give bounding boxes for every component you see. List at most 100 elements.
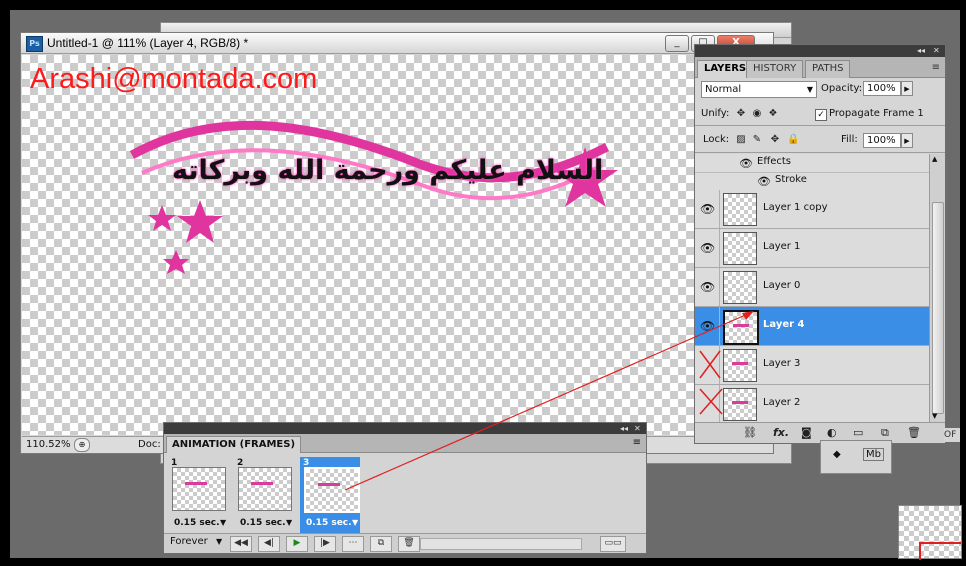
mb-button[interactable]: Mb bbox=[863, 448, 884, 461]
collapse-icon[interactable]: ◂◂ bbox=[917, 45, 925, 57]
animation-frame[interactable]: 2 0.15 sec. ▼ bbox=[234, 457, 294, 533]
artwork-arabic-text: السلام عليكم ورحمة الله وبركاته bbox=[172, 155, 604, 186]
layer-thumbnail bbox=[723, 193, 757, 226]
animation-panel: ◂◂ ✕ ANIMATION (FRAMES) ≡ 1 0.15 sec. ▼ … bbox=[163, 422, 647, 554]
lock-all-icon[interactable]: 🔒 bbox=[787, 134, 799, 146]
document-canvas[interactable]: Arashi@montada.com السلام عليكم ورحمة ال… bbox=[22, 55, 694, 435]
cut-off-panel-tab[interactable]: OF bbox=[944, 428, 960, 442]
trash-icon[interactable]: 🗑 bbox=[907, 426, 921, 439]
collapse-icon[interactable]: ◂◂ bbox=[620, 423, 628, 434]
tool-icon[interactable]: ◆ bbox=[833, 449, 841, 460]
stroke-label: Stroke bbox=[775, 174, 807, 185]
panel-header: ◂◂ ✕ bbox=[695, 45, 945, 57]
stroke-row[interactable]: 👁 Stroke bbox=[695, 172, 929, 191]
doc-size-label[interactable]: Doc: bbox=[138, 438, 161, 451]
layer-name: Layer 3 bbox=[763, 358, 801, 369]
fx-icon[interactable]: fx. bbox=[773, 426, 789, 439]
frame-delay[interactable]: 0.15 sec. bbox=[240, 518, 286, 528]
artwork-ribbon bbox=[129, 120, 618, 274]
eye-icon[interactable]: 👁 bbox=[739, 157, 753, 170]
eye-icon[interactable]: 👁 bbox=[700, 319, 715, 333]
effects-row[interactable]: 👁 Effects bbox=[695, 154, 929, 173]
star-small-1 bbox=[148, 205, 176, 231]
mask-icon[interactable]: ◙ bbox=[801, 426, 812, 439]
frame-thumbnail bbox=[172, 467, 226, 511]
eye-icon[interactable]: 👁 bbox=[700, 241, 715, 255]
chevron-down-icon[interactable]: ▼ bbox=[352, 518, 358, 527]
layer-row[interactable]: 👁 Layer 1 bbox=[695, 229, 929, 268]
layer-thumbnail bbox=[723, 349, 757, 382]
layer-row-selected[interactable]: 👁 Layer 4 bbox=[695, 307, 929, 346]
lock-pixels-icon[interactable]: ✎ bbox=[751, 134, 763, 146]
tab-paths[interactable]: PATHS bbox=[805, 60, 851, 78]
layer-row[interactable]: 👁 Layer 1 copy bbox=[695, 190, 929, 229]
layer-row[interactable]: 👁 Layer 0 bbox=[695, 268, 929, 307]
scroll-thumb[interactable] bbox=[932, 202, 944, 414]
unify-style-icon[interactable]: ❖ bbox=[767, 108, 779, 120]
first-frame-icon[interactable]: ◀◀ bbox=[230, 536, 252, 552]
zoom-level[interactable]: 110.52% bbox=[26, 438, 71, 451]
panel-close-icon[interactable]: ✕ bbox=[933, 45, 940, 57]
opacity-slider-button[interactable]: ▶ bbox=[901, 81, 913, 96]
chevron-down-icon[interactable]: ▼ bbox=[216, 537, 222, 546]
eye-icon[interactable]: 👁 bbox=[757, 175, 771, 188]
layer-name: Layer 1 bbox=[763, 241, 801, 252]
animation-frame[interactable]: 1 0.15 sec. ▼ bbox=[168, 457, 228, 533]
layers-scrollbar[interactable]: ▲ ▼ bbox=[929, 154, 945, 422]
layer-name: Layer 2 bbox=[763, 397, 801, 408]
minimize-button[interactable]: _ bbox=[665, 35, 689, 52]
frame-delay[interactable]: 0.15 sec. bbox=[174, 518, 220, 528]
hidden-visibility-toggle[interactable] bbox=[695, 385, 720, 422]
frames-scrollbar[interactable] bbox=[420, 538, 582, 550]
animation-panel-header: ◂◂ ✕ bbox=[164, 423, 646, 434]
unify-position-icon[interactable]: ✥ bbox=[735, 108, 747, 120]
tab-animation-frames[interactable]: ANIMATION (FRAMES) bbox=[166, 436, 302, 453]
tween-icon[interactable]: ⋯ bbox=[342, 536, 364, 552]
scroll-down-icon[interactable]: ▼ bbox=[932, 412, 937, 420]
panel-menu-icon[interactable]: ≡ bbox=[633, 437, 641, 448]
convert-to-timeline-icon[interactable]: ▭▭ bbox=[600, 536, 626, 552]
lock-transparency-icon[interactable]: ▨ bbox=[735, 134, 747, 146]
prev-frame-icon[interactable]: ◀| bbox=[258, 536, 280, 552]
layer-row[interactable]: Layer 3 bbox=[695, 346, 929, 385]
propagate-checkbox[interactable]: ✓ bbox=[815, 109, 827, 121]
opacity-input[interactable]: 100% bbox=[863, 81, 901, 96]
lock-position-icon[interactable]: ✥ bbox=[769, 134, 781, 146]
play-icon[interactable]: ▶ bbox=[286, 536, 308, 552]
animation-frame-selected[interactable]: 3 0.15 sec. ▼ bbox=[300, 457, 360, 533]
hidden-visibility-toggle[interactable] bbox=[695, 346, 720, 384]
frame-delay[interactable]: 0.15 sec. bbox=[306, 518, 352, 528]
chevron-down-icon[interactable]: ▼ bbox=[220, 518, 226, 527]
star-left bbox=[177, 200, 223, 243]
trash-icon[interactable]: 🗑 bbox=[398, 536, 420, 552]
adjustment-icon[interactable]: ◐ bbox=[827, 426, 837, 439]
blend-mode-value: Normal bbox=[705, 84, 742, 95]
fill-slider-button[interactable]: ▶ bbox=[901, 133, 913, 148]
tab-history[interactable]: HISTORY bbox=[746, 60, 804, 78]
link-icon[interactable]: ⛓ bbox=[743, 426, 757, 439]
propagate-label: Propagate Frame 1 bbox=[829, 108, 924, 119]
tab-layers[interactable]: LAYERS bbox=[697, 60, 754, 78]
document-title-bar[interactable]: Ps Untitled-1 @ 111% (Layer 4, RGB/8) * … bbox=[21, 33, 773, 54]
next-frame-icon[interactable]: |▶ bbox=[314, 536, 336, 552]
new-layer-icon[interactable]: ⧉ bbox=[881, 426, 889, 440]
layer-thumbnail bbox=[723, 232, 757, 265]
eye-icon[interactable]: 👁 bbox=[700, 202, 715, 216]
unify-visibility-icon[interactable]: ◉ bbox=[751, 108, 763, 120]
scroll-up-icon[interactable]: ▲ bbox=[932, 155, 937, 163]
animation-tabs: ANIMATION (FRAMES) ≡ bbox=[164, 434, 646, 453]
layer-row[interactable]: Layer 2 bbox=[695, 385, 929, 422]
zoom-icon[interactable]: ⊕ bbox=[74, 438, 90, 452]
chevron-down-icon: ▼ bbox=[806, 85, 813, 94]
group-icon[interactable]: ▭ bbox=[853, 426, 863, 439]
loop-select[interactable]: Forever bbox=[170, 536, 208, 547]
duplicate-frame-icon[interactable]: ⧉ bbox=[370, 536, 392, 552]
blend-mode-select[interactable]: Normal ▼ bbox=[701, 81, 817, 98]
eye-icon[interactable]: 👁 bbox=[700, 280, 715, 294]
panel-menu-icon[interactable]: ≡ bbox=[932, 62, 940, 73]
panel-close-icon[interactable]: ✕ bbox=[634, 423, 641, 434]
chevron-down-icon[interactable]: ▼ bbox=[286, 518, 292, 527]
star-small-2 bbox=[163, 250, 189, 274]
fill-input[interactable]: 100% bbox=[863, 133, 901, 148]
document-window: Ps Untitled-1 @ 111% (Layer 4, RGB/8) * … bbox=[20, 32, 774, 454]
